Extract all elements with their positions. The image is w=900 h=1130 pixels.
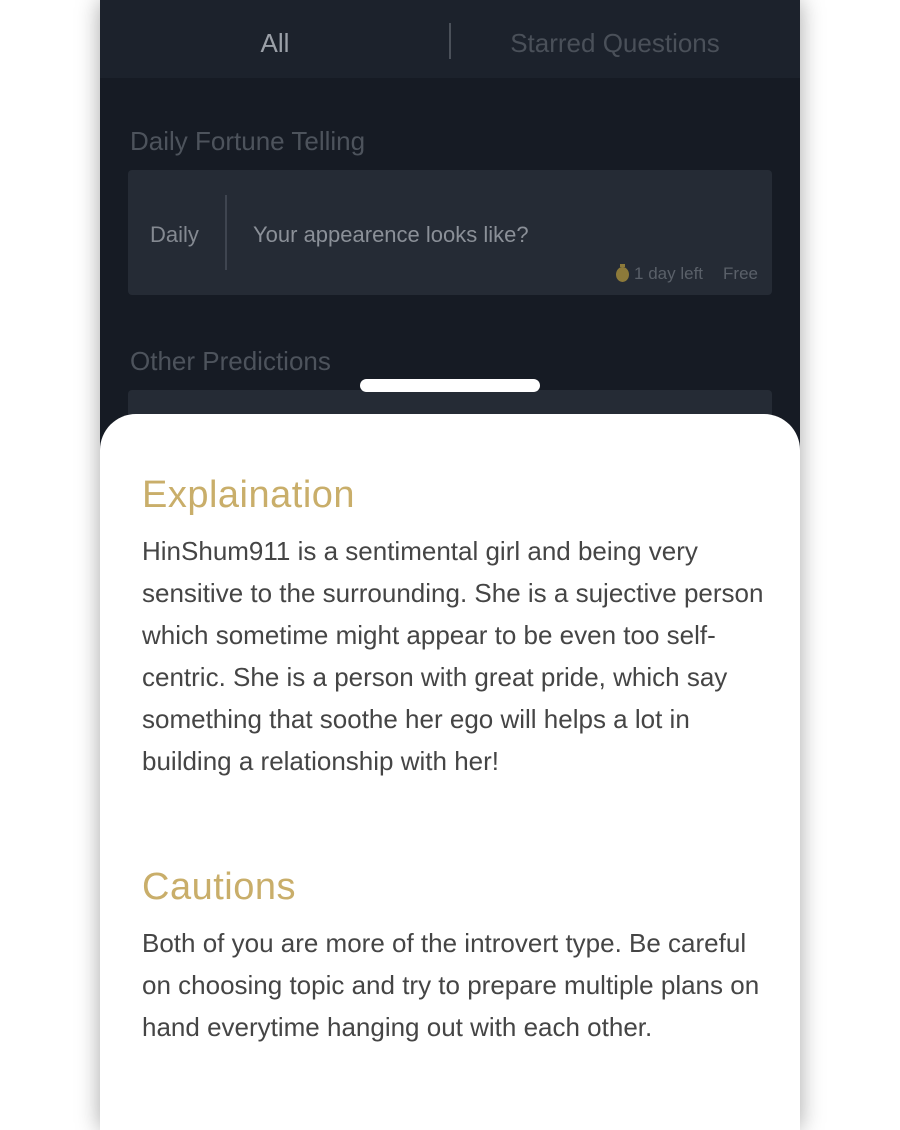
explanation-sheet: Explaination HinShum911 is a sentimental… bbox=[100, 414, 800, 1130]
card-tag: Daily bbox=[150, 222, 199, 247]
daily-section-title: Daily Fortune Telling bbox=[130, 126, 366, 156]
cautions-text: Both of you are more of the introvert ty… bbox=[142, 928, 760, 1042]
tab-all[interactable]: All bbox=[100, 0, 450, 78]
timer-icon bbox=[616, 263, 630, 282]
tab-starred-questions[interactable]: Starred Questions bbox=[450, 0, 780, 78]
time-left: 1 day left bbox=[634, 264, 704, 283]
explanation-heading: Explaination bbox=[142, 474, 356, 516]
tab-bar: All Starred Questions bbox=[100, 0, 800, 78]
card-meta: 1 day left Free bbox=[616, 263, 758, 284]
other-section-title: Other Predictions bbox=[130, 346, 331, 376]
daily-question-card[interactable]: Daily Your appearence looks like? 1 day … bbox=[128, 170, 772, 295]
cautions-heading: Cautions bbox=[142, 866, 296, 908]
app-screen: All Starred Questions Daily Fortune Tell… bbox=[100, 0, 800, 1130]
explanation-text: HinShum911 is a sentimental girl and bei… bbox=[142, 536, 764, 776]
card-divider bbox=[225, 195, 227, 270]
card-question: Your appearence looks like? bbox=[253, 222, 529, 247]
price-badge: Free bbox=[723, 264, 758, 283]
sheet-drag-handle[interactable] bbox=[360, 379, 540, 392]
